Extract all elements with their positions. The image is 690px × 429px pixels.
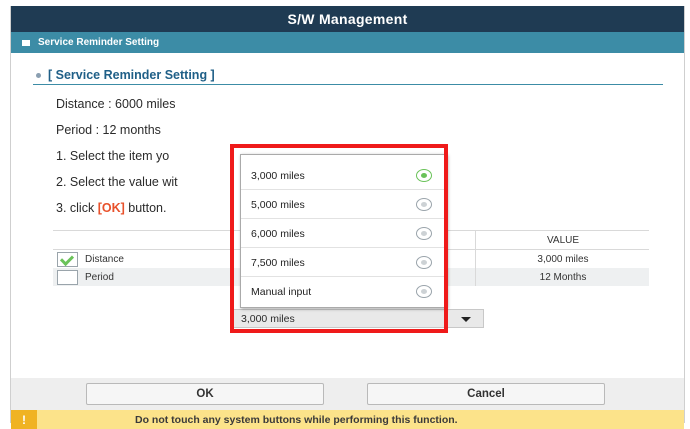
warning-icon: !: [11, 410, 37, 429]
step3-suffix: button.: [124, 201, 167, 215]
cancel-button[interactable]: Cancel: [367, 383, 605, 405]
step3-ok-text: [OK]: [97, 201, 125, 215]
warning-bar: ! Do not touch any system buttons while …: [11, 410, 684, 429]
radio-icon[interactable]: [416, 227, 432, 240]
distance-checkbox[interactable]: [57, 251, 78, 267]
dropdown-options-popup: 3,000 miles 5,000 miles 6,000 miles 7,50…: [240, 154, 447, 308]
option-label: 3,000 miles: [251, 169, 305, 182]
button-bar: OK Cancel: [11, 378, 684, 410]
dropdown-option[interactable]: 7,500 miles: [241, 249, 446, 277]
row-value: 3,000 miles: [475, 250, 650, 268]
dropdown-selected-value: 3,000 miles: [241, 312, 295, 325]
subheader-bar: Service Reminder Setting: [11, 32, 684, 53]
chevron-down-icon: [461, 317, 471, 322]
distance-info: Distance : 6000 miles: [56, 97, 176, 111]
dropdown-option[interactable]: Manual input: [241, 278, 446, 306]
section-title-text: [ Service Reminder Setting ]: [48, 68, 215, 82]
subheader-label: Service Reminder Setting: [38, 37, 160, 48]
instruction-step-1: 1. Select the item yo: [56, 149, 170, 163]
option-label: Manual input: [251, 286, 312, 298]
section-title: [ Service Reminder Setting ]: [33, 66, 663, 85]
radio-icon[interactable]: [416, 198, 432, 211]
period-checkbox[interactable]: [57, 269, 78, 285]
instruction-step-2: 2. Select the value wit: [56, 175, 178, 189]
period-info: Period : 12 months: [56, 123, 161, 137]
row-value: 12 Months: [475, 268, 650, 286]
option-label: 5,000 miles: [251, 198, 305, 211]
bullet-icon: [36, 72, 41, 78]
option-label: 7,500 miles: [251, 256, 305, 269]
row-label: Period: [85, 271, 114, 283]
dropdown-option[interactable]: 3,000 miles: [241, 162, 446, 190]
instruction-step-3: 3. click [OK] button.: [56, 201, 166, 215]
window-title: S/W Management: [11, 6, 684, 32]
option-label: 6,000 miles: [251, 227, 305, 240]
warning-text: Do not touch any system buttons while pe…: [135, 413, 458, 426]
dropdown-option[interactable]: 6,000 miles: [241, 220, 446, 248]
radio-icon[interactable]: [416, 256, 432, 269]
radio-selected-icon[interactable]: [416, 169, 432, 182]
ok-button[interactable]: OK: [86, 383, 324, 405]
step3-prefix: 3. click: [56, 201, 98, 215]
square-icon: [22, 39, 30, 46]
value-column-header: VALUE: [475, 231, 650, 249]
value-dropdown[interactable]: 3,000 miles: [232, 309, 484, 328]
dialog-window: S/W Management Service Reminder Setting …: [10, 6, 685, 429]
row-label: Distance: [85, 253, 124, 265]
radio-icon[interactable]: [416, 285, 432, 298]
dropdown-option[interactable]: 5,000 miles: [241, 191, 446, 219]
